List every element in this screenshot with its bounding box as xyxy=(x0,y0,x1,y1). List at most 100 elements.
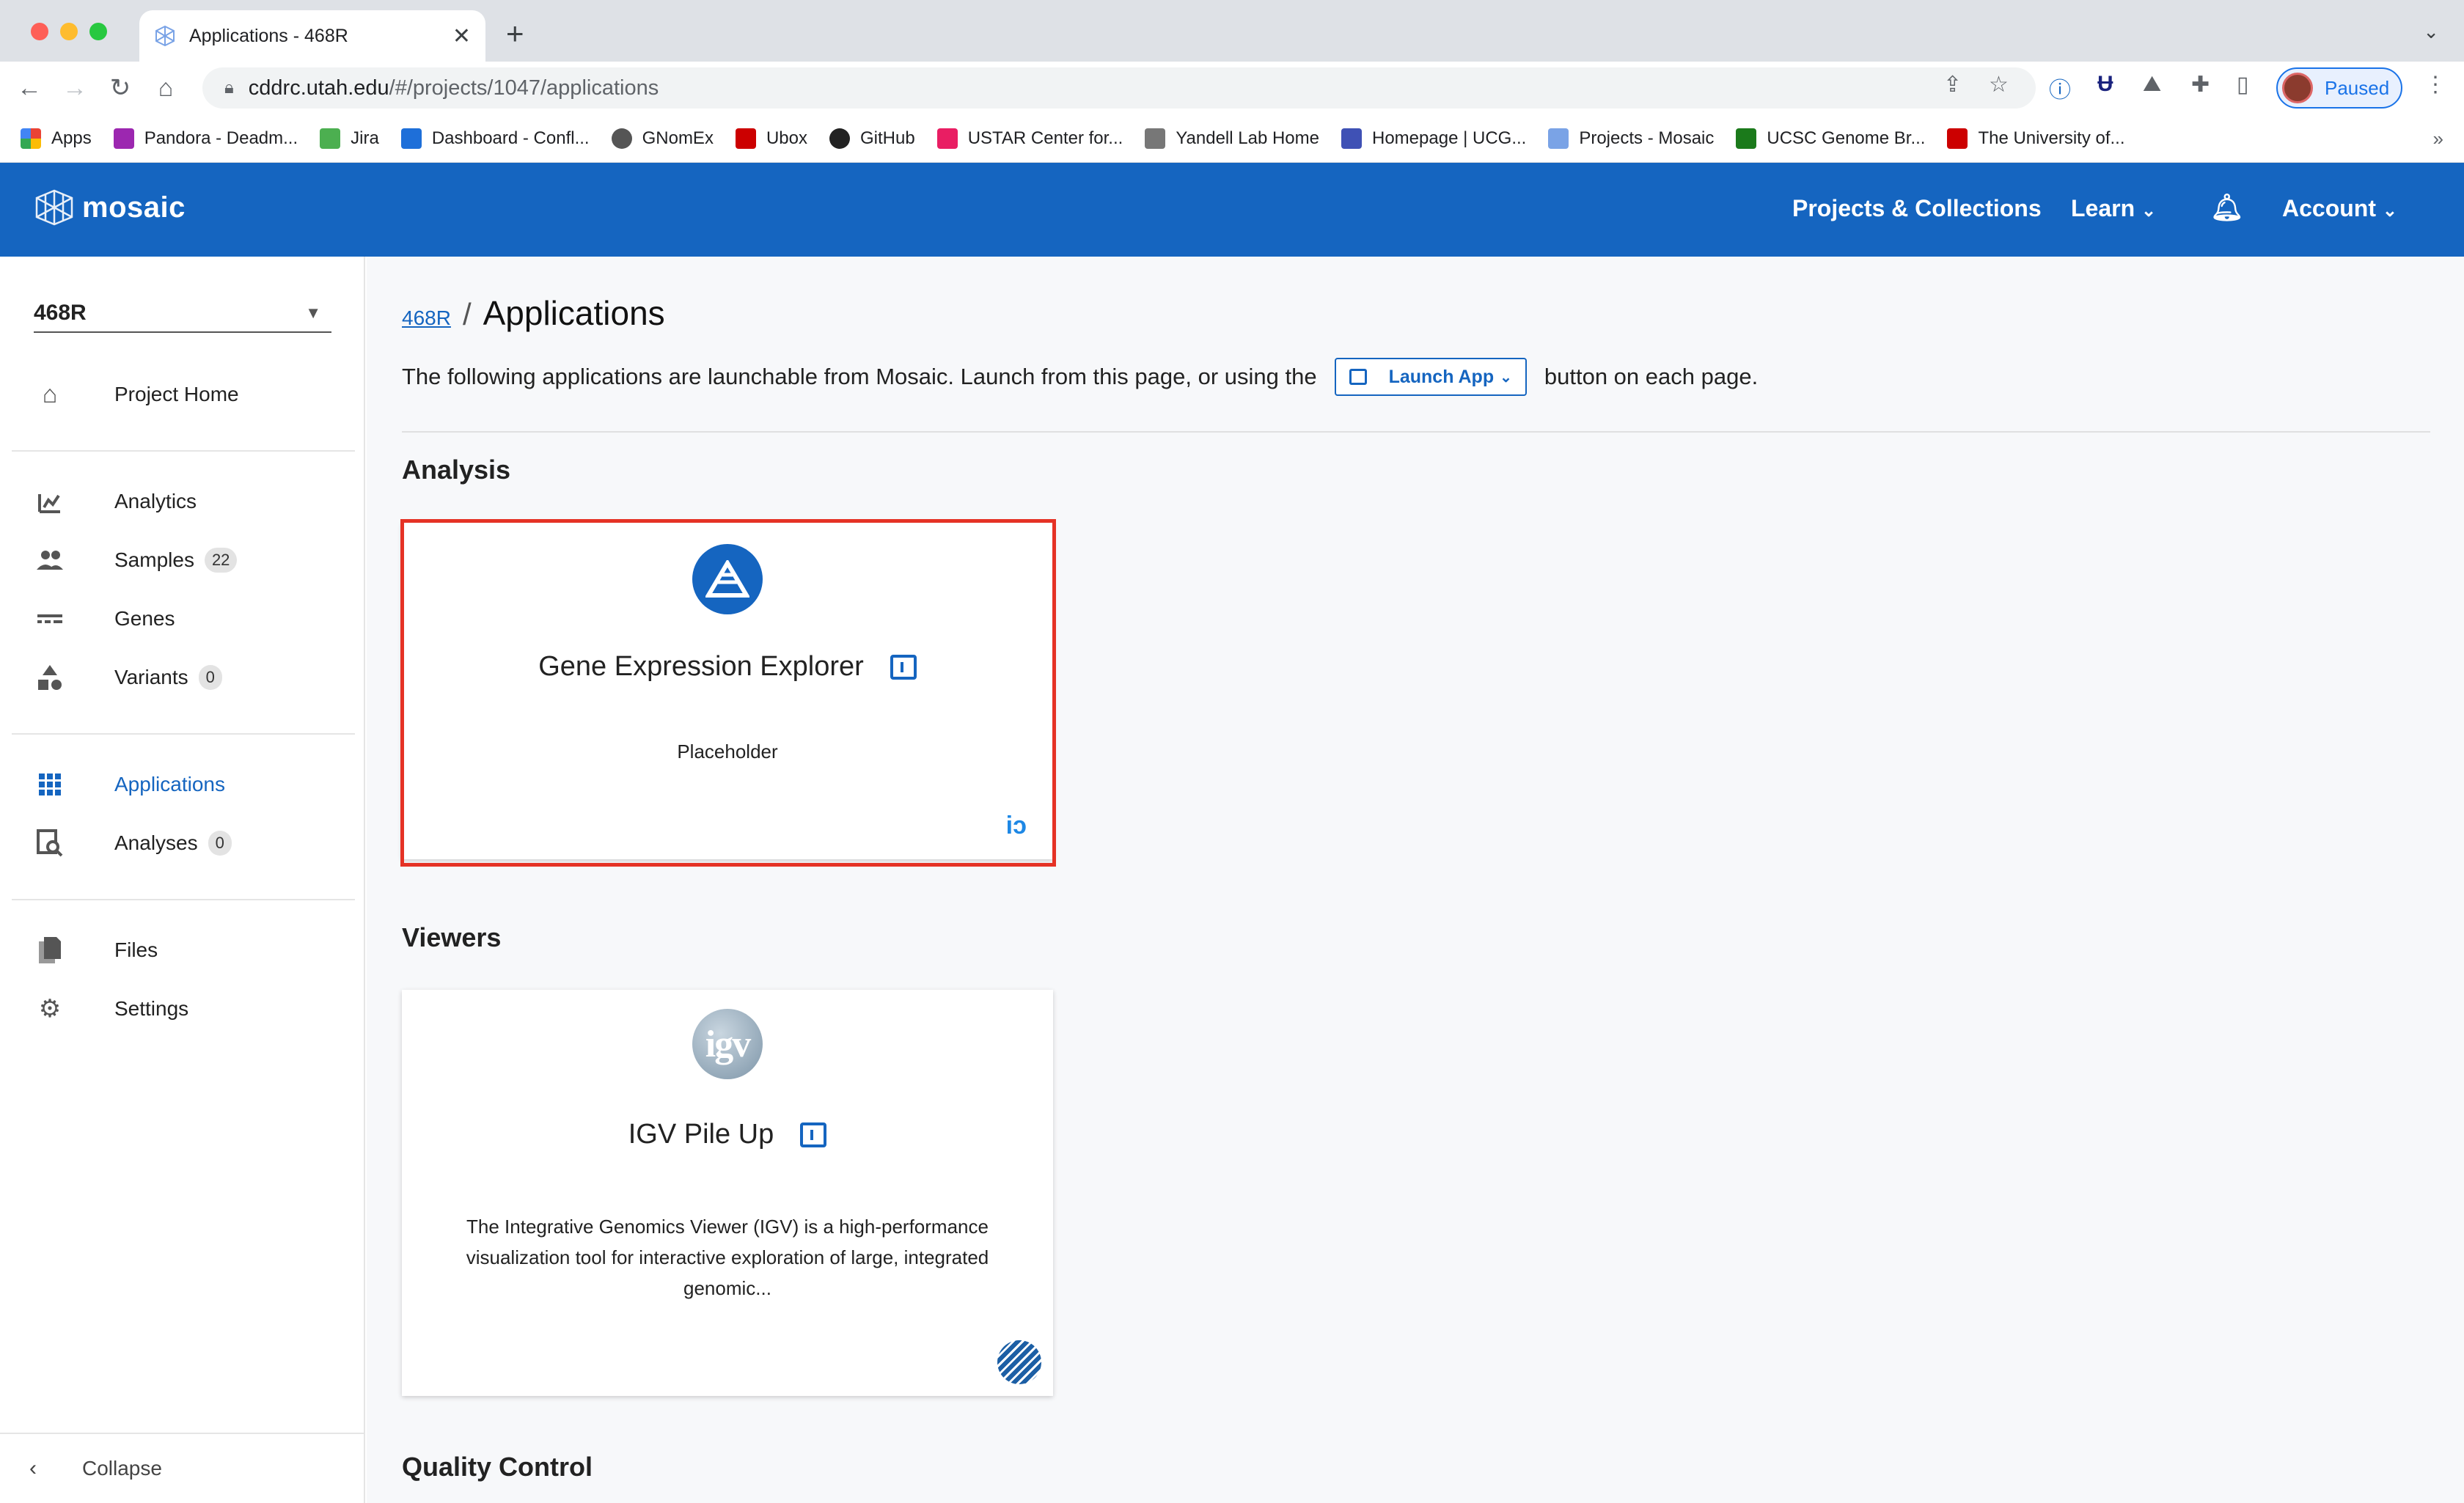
bookmark-label: Apps xyxy=(51,128,92,148)
minimize-window-button[interactable] xyxy=(60,23,78,40)
notifications-bell-icon[interactable]: 🔔︎ xyxy=(2210,192,2244,223)
collapse-label: Collapse xyxy=(82,1457,162,1480)
browser-toolbar: ← → ↻ ⌂ 🔒︎ cddrc.utah.edu/#/projects/104… xyxy=(0,62,2464,114)
nav-account[interactable]: Account ⌄ xyxy=(2282,195,2397,222)
main-content: 468R / Applications The following applic… xyxy=(367,257,2464,1503)
sidebar-item-project-home[interactable]: ⌂ Project Home xyxy=(34,372,342,416)
new-tab-button[interactable]: + xyxy=(506,16,524,51)
ucsc-icon xyxy=(1736,128,1757,149)
bookmark-github[interactable]: GitHub xyxy=(829,128,915,149)
sidebar-item-variants[interactable]: Variants 0 xyxy=(34,655,342,699)
back-icon[interactable]: ← xyxy=(13,74,45,103)
address-bar[interactable]: 🔒︎ cddrc.utah.edu/#/projects/1047/applic… xyxy=(202,67,2036,109)
card-title-row: IGV Pile Up xyxy=(402,1119,1053,1150)
browser-menu-icon[interactable]: ⋮ xyxy=(2424,72,2446,98)
extensions-puzzle-icon[interactable]: ✚ xyxy=(2191,72,2210,98)
tab-close-icon[interactable]: ✕ xyxy=(452,23,471,49)
bookmark-university[interactable]: The University of... xyxy=(1947,128,2125,149)
close-window-button[interactable] xyxy=(31,23,48,40)
profile-button[interactable]: Paused xyxy=(2276,67,2402,109)
breadcrumb-separator: / xyxy=(462,297,472,331)
bookmark-jira[interactable]: Jira xyxy=(320,128,379,149)
breadcrumb: 468R / Applications xyxy=(402,293,665,333)
dropdown-caret-icon: ▼ xyxy=(305,304,321,322)
browser-tab[interactable]: Applications - 468R ✕ xyxy=(139,10,485,62)
bookmark-ubox[interactable]: Ubox xyxy=(735,128,807,149)
launch-app-button[interactable]: Launch App ⌄ xyxy=(1334,358,1527,396)
chevron-down-icon: ⌄ xyxy=(2141,201,2157,221)
mosaic-logo-icon xyxy=(35,189,73,226)
bookmark-label: Yandell Lab Home xyxy=(1176,128,1319,148)
page-title: Applications xyxy=(483,294,665,332)
sidebar-item-analyses[interactable]: Analyses 0 xyxy=(34,821,342,865)
nav-projects-collections[interactable]: Projects & Collections xyxy=(1792,195,2042,222)
bookmark-label: Pandora - Deadm... xyxy=(144,128,298,148)
breadcrumb-project-link[interactable]: 468R xyxy=(402,306,451,330)
launch-external-icon[interactable] xyxy=(800,1122,827,1147)
bookmark-label: Dashboard - Confl... xyxy=(431,128,590,148)
project-select[interactable]: 468R ▼ xyxy=(34,295,331,333)
bookmark-ucg[interactable]: Homepage | UCG... xyxy=(1341,128,1526,149)
reload-icon[interactable]: ↻ xyxy=(104,73,136,103)
samples-count-badge: 22 xyxy=(204,548,238,573)
bookmark-gnomex[interactable]: GNomEx xyxy=(611,128,714,149)
collapse-sidebar-button[interactable]: ‹ Collapse xyxy=(0,1433,364,1503)
globe-icon xyxy=(611,128,632,149)
sidebar-item-label: Analytics xyxy=(114,490,197,512)
bookmark-pandora[interactable]: Pandora - Deadm... xyxy=(113,128,298,149)
share-icon[interactable]: ⇪ xyxy=(1943,72,1962,98)
bookmark-yandell[interactable]: Yandell Lab Home xyxy=(1145,128,1319,149)
bookmark-ustar[interactable]: USTAR Center for... xyxy=(936,128,1123,149)
u-extension-icon[interactable]: Ʉ xyxy=(2097,72,2113,97)
bookmark-label: USTAR Center for... xyxy=(967,128,1123,148)
sidebar-item-label: Project Home xyxy=(114,383,239,405)
bookmark-confluence[interactable]: Dashboard - Confl... xyxy=(400,128,590,149)
mosaic-icon xyxy=(1548,128,1569,149)
igv-logo-text: igv xyxy=(705,1023,751,1065)
section-analysis-heading: Analysis xyxy=(402,455,511,485)
bookmark-star-icon[interactable]: ☆ xyxy=(1989,72,2009,98)
forward-icon[interactable]: → xyxy=(59,74,91,103)
apps-grid-icon xyxy=(21,128,41,149)
analytics-icon xyxy=(34,485,66,518)
launch-icon xyxy=(1349,369,1367,385)
bookmark-label: UCSC Genome Br... xyxy=(1767,128,1926,148)
tab-search-icon[interactable]: ⌄ xyxy=(2423,21,2439,43)
mosaic-logo[interactable]: mosaic xyxy=(34,189,186,226)
sidebar-item-samples[interactable]: Samples 22 xyxy=(34,538,342,582)
mountain-extension-icon[interactable]: ⛰︎ xyxy=(2143,72,2161,97)
bookmark-label: Jira xyxy=(351,128,379,148)
bookmark-label: Homepage | UCG... xyxy=(1372,128,1527,148)
sidebar-item-analytics[interactable]: Analytics xyxy=(34,479,342,523)
card-description: The Integrative Genomics Viewer (IGV) is… xyxy=(466,1216,989,1299)
igv-globe-icon xyxy=(997,1340,1041,1384)
home-browser-icon[interactable]: ⌂ xyxy=(150,74,182,103)
password-extension-icon[interactable]: ⓘ xyxy=(2049,72,2071,104)
side-panel-icon[interactable]: ▯ xyxy=(2237,72,2249,98)
avatar xyxy=(2282,73,2313,103)
gear-icon: ⚙ xyxy=(38,995,62,1023)
analyses-count-badge: 0 xyxy=(208,831,232,856)
sidebar-item-label: Samples xyxy=(114,548,194,571)
bookmark-ucsc[interactable]: UCSC Genome Br... xyxy=(1736,128,1925,149)
maximize-window-button[interactable] xyxy=(89,23,107,40)
bookmarks-bar: Apps Pandora - Deadm... Jira Dashboard -… xyxy=(0,114,2464,163)
more-bookmarks-icon[interactable]: » xyxy=(2433,128,2443,150)
utah-u-icon xyxy=(1947,128,1968,149)
app-card-igv-pile-up[interactable]: igv IGV Pile Up The Integrative Genomics… xyxy=(402,990,1053,1396)
mosaic-favicon-icon xyxy=(155,25,175,47)
people-icon xyxy=(34,544,66,576)
url-host: cddrc.utah.edu xyxy=(248,76,389,100)
pandora-icon xyxy=(113,128,134,149)
files-icon xyxy=(34,934,66,966)
bookmark-apps[interactable]: Apps xyxy=(21,128,92,149)
section-viewers-heading: Viewers xyxy=(402,922,502,952)
sidebar-item-genes[interactable]: Genes xyxy=(34,597,342,641)
bookmark-label: GNomEx xyxy=(642,128,714,148)
sidebar-item-applications[interactable]: Applications xyxy=(34,762,342,806)
nav-learn[interactable]: Learn ⌄ xyxy=(2071,195,2156,222)
bookmark-mosaic[interactable]: Projects - Mosaic xyxy=(1548,128,1714,149)
grid-icon xyxy=(34,768,66,801)
sidebar-item-settings[interactable]: ⚙ Settings xyxy=(34,987,342,1031)
sidebar-item-files[interactable]: Files xyxy=(34,928,342,972)
